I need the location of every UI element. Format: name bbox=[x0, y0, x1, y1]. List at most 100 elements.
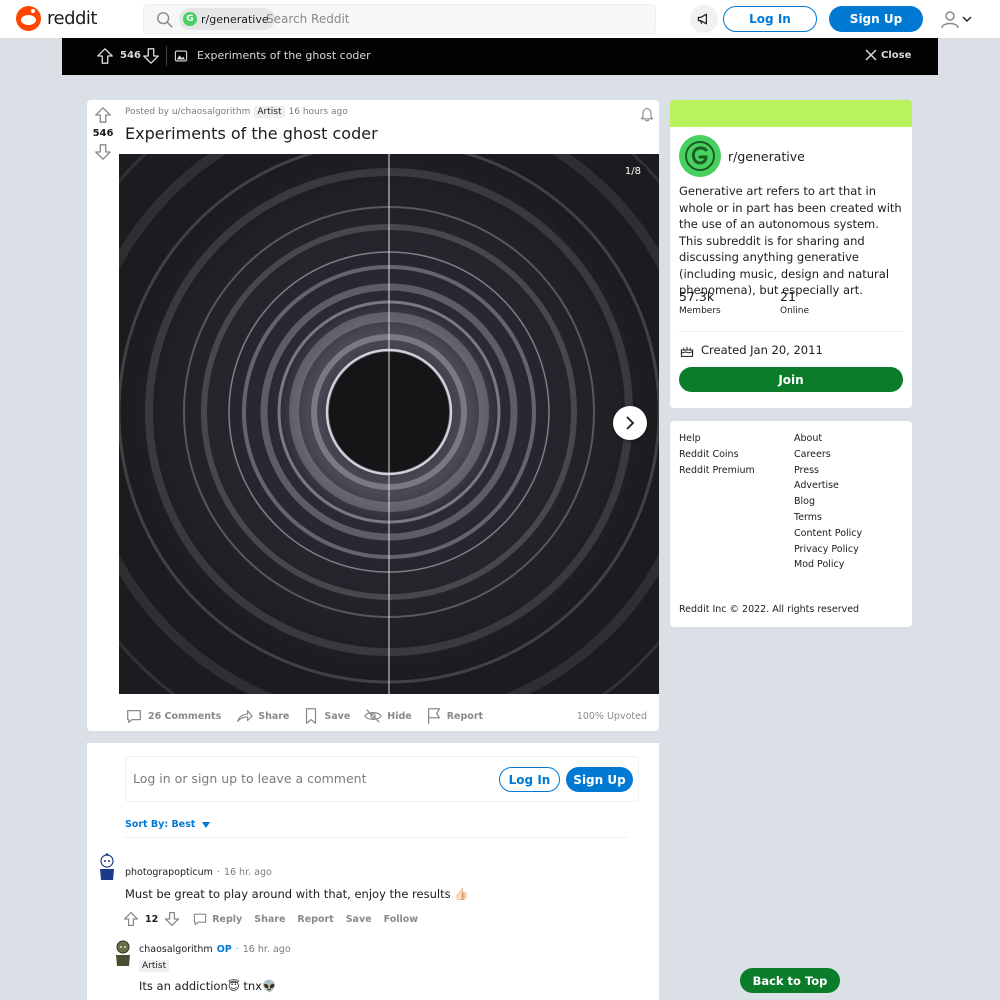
comment-header: photograpopticum · 16 hr. ago bbox=[125, 867, 272, 878]
footer-links-left: Help Reddit Coins Reddit Premium bbox=[679, 433, 755, 476]
members-stat: 57.3k Members bbox=[679, 289, 721, 316]
reply-body: Its an addiction😇 tnx👽 bbox=[139, 979, 277, 993]
post-vote-count: 546 bbox=[92, 128, 114, 139]
post-time[interactable]: 16 hours ago bbox=[289, 107, 348, 117]
footer-link-content-policy[interactable]: Content Policy bbox=[794, 528, 862, 539]
footer-link-about[interactable]: About bbox=[794, 433, 862, 444]
downvote-icon[interactable] bbox=[142, 47, 160, 65]
back-to-top-button[interactable]: Back to Top bbox=[740, 968, 840, 993]
image-post-icon bbox=[174, 50, 188, 62]
subreddit-description: Generative art refers to art that in who… bbox=[679, 184, 902, 297]
footer-link-advertise[interactable]: Advertise bbox=[794, 480, 862, 491]
footer-link-help[interactable]: Help bbox=[679, 433, 755, 444]
close-label: Close bbox=[881, 49, 912, 61]
upvote-icon[interactable] bbox=[96, 47, 114, 65]
advertise-megaphone-icon[interactable] bbox=[690, 5, 718, 33]
search-subreddit-chip[interactable]: G r/generative bbox=[179, 8, 275, 30]
footer-links-right: About Careers Press Advertise Blog Terms… bbox=[794, 433, 862, 570]
hide-button[interactable]: Hide bbox=[364, 707, 412, 725]
comment-time[interactable]: 16 hr. ago bbox=[224, 867, 272, 878]
comments-button[interactable]: 26 Comments bbox=[125, 707, 221, 725]
post-meta: Posted by u/chaosalgorithm Artist 16 hou… bbox=[125, 106, 348, 118]
chevron-right-icon bbox=[626, 416, 635, 430]
sort-dropdown[interactable]: Sort By: Best bbox=[125, 819, 211, 830]
user-icon bbox=[941, 11, 959, 29]
subreddit-name[interactable]: r/generative bbox=[728, 149, 805, 164]
comment-report-button[interactable]: Report bbox=[297, 914, 333, 925]
share-button[interactable]: Share bbox=[235, 707, 289, 725]
reply-icon bbox=[194, 913, 207, 926]
post-author[interactable]: Posted by u/chaosalgorithm bbox=[125, 107, 250, 117]
footer-link-blog[interactable]: Blog bbox=[794, 496, 862, 507]
reply-button[interactable]: Reply bbox=[192, 911, 242, 927]
online-count: 21 bbox=[780, 289, 796, 304]
chevron-down-icon bbox=[962, 16, 972, 22]
about-community-card: r/generative Generative art refers to ar… bbox=[670, 100, 912, 408]
search-bar[interactable]: G r/generative bbox=[143, 4, 656, 34]
user-dropdown[interactable] bbox=[940, 9, 974, 29]
post-title[interactable]: Experiments of the ghost coder bbox=[125, 124, 378, 143]
user-avatar-icon[interactable] bbox=[111, 939, 135, 967]
sort-divider bbox=[125, 837, 627, 838]
comment-icon bbox=[127, 709, 141, 723]
reddit-logo[interactable]: reddit bbox=[16, 6, 98, 31]
chip-label: r/generative bbox=[201, 12, 269, 26]
post-action-row: 26 Comments Share Save Hide Report bbox=[125, 704, 655, 728]
save-button[interactable]: Save bbox=[303, 707, 350, 725]
search-icon bbox=[157, 12, 173, 28]
reply-author-flair: Artist bbox=[139, 960, 170, 972]
post-overlay-header: 546 Experiments of the ghost coder Close bbox=[62, 38, 938, 75]
footer-link-mod-policy[interactable]: Mod Policy bbox=[794, 559, 862, 570]
post-downvote-icon[interactable] bbox=[94, 143, 112, 161]
comment-author[interactable]: photograpopticum bbox=[125, 867, 213, 878]
comment-share-button[interactable]: Share bbox=[254, 914, 285, 925]
flag-icon bbox=[427, 708, 440, 725]
subreddit-icon[interactable] bbox=[679, 135, 721, 177]
header-login-button[interactable]: Log In bbox=[723, 6, 817, 32]
hide-eye-icon bbox=[364, 709, 383, 723]
about-divider bbox=[679, 331, 903, 332]
comment-actions: 12 Reply Share Report Save Follow bbox=[123, 911, 418, 927]
footer-link-reddit-coins[interactable]: Reddit Coins bbox=[679, 449, 755, 460]
share-icon bbox=[237, 710, 253, 722]
online-stat: 21 Online bbox=[780, 289, 809, 316]
comments-section: Log in or sign up to leave a comment Log… bbox=[87, 743, 659, 1000]
comment-save-button[interactable]: Save bbox=[346, 914, 372, 925]
join-button[interactable]: Join bbox=[679, 367, 903, 392]
close-button[interactable]: Close bbox=[865, 49, 911, 61]
reply-time[interactable]: 16 hr. ago bbox=[243, 944, 291, 955]
comment-follow-button[interactable]: Follow bbox=[384, 914, 418, 925]
save-label: Save bbox=[324, 710, 351, 722]
close-icon bbox=[865, 49, 877, 61]
footer-link-careers[interactable]: Careers bbox=[794, 449, 862, 460]
footer-link-press[interactable]: Press bbox=[794, 465, 862, 476]
footer-link-reddit-premium[interactable]: Reddit Premium bbox=[679, 465, 755, 476]
reply-label: Reply bbox=[212, 913, 243, 925]
comment-login-box: Log in or sign up to leave a comment Log… bbox=[125, 756, 639, 802]
image-counter: 1/8 bbox=[618, 164, 647, 179]
report-label: Report bbox=[446, 710, 484, 722]
post-upvote-icon[interactable] bbox=[94, 106, 112, 124]
reply-author[interactable]: chaosalgorithm bbox=[139, 944, 213, 955]
footer-link-terms[interactable]: Terms bbox=[794, 512, 862, 523]
next-image-button[interactable] bbox=[613, 406, 647, 440]
footer-links-card: Help Reddit Coins Reddit Premium About C… bbox=[670, 421, 912, 627]
comment-vote-count: 12 bbox=[145, 913, 159, 925]
header-signup-button[interactable]: Sign Up bbox=[829, 6, 923, 32]
notification-bell-icon[interactable] bbox=[639, 106, 655, 126]
logo-text: reddit bbox=[47, 8, 98, 29]
footer-link-privacy-policy[interactable]: Privacy Policy bbox=[794, 544, 862, 555]
overlay-divider bbox=[166, 46, 167, 66]
upvoted-ratio: 100% Upvoted bbox=[576, 711, 647, 722]
generative-icon: G bbox=[183, 12, 197, 26]
report-button[interactable]: Report bbox=[426, 707, 483, 725]
copyright-text: Reddit Inc © 2022. All rights reserved bbox=[679, 604, 860, 615]
snoo-avatar-icon[interactable] bbox=[95, 853, 119, 881]
generative-art-image bbox=[119, 154, 659, 694]
comment-upvote-icon[interactable] bbox=[123, 911, 139, 927]
search-input[interactable] bbox=[266, 9, 646, 29]
post-image-gallery[interactable]: 1/8 bbox=[119, 154, 659, 694]
comment-downvote-icon[interactable] bbox=[164, 911, 180, 927]
comment-login-button[interactable]: Log In bbox=[499, 767, 560, 792]
comment-signup-button[interactable]: Sign Up bbox=[566, 767, 633, 792]
